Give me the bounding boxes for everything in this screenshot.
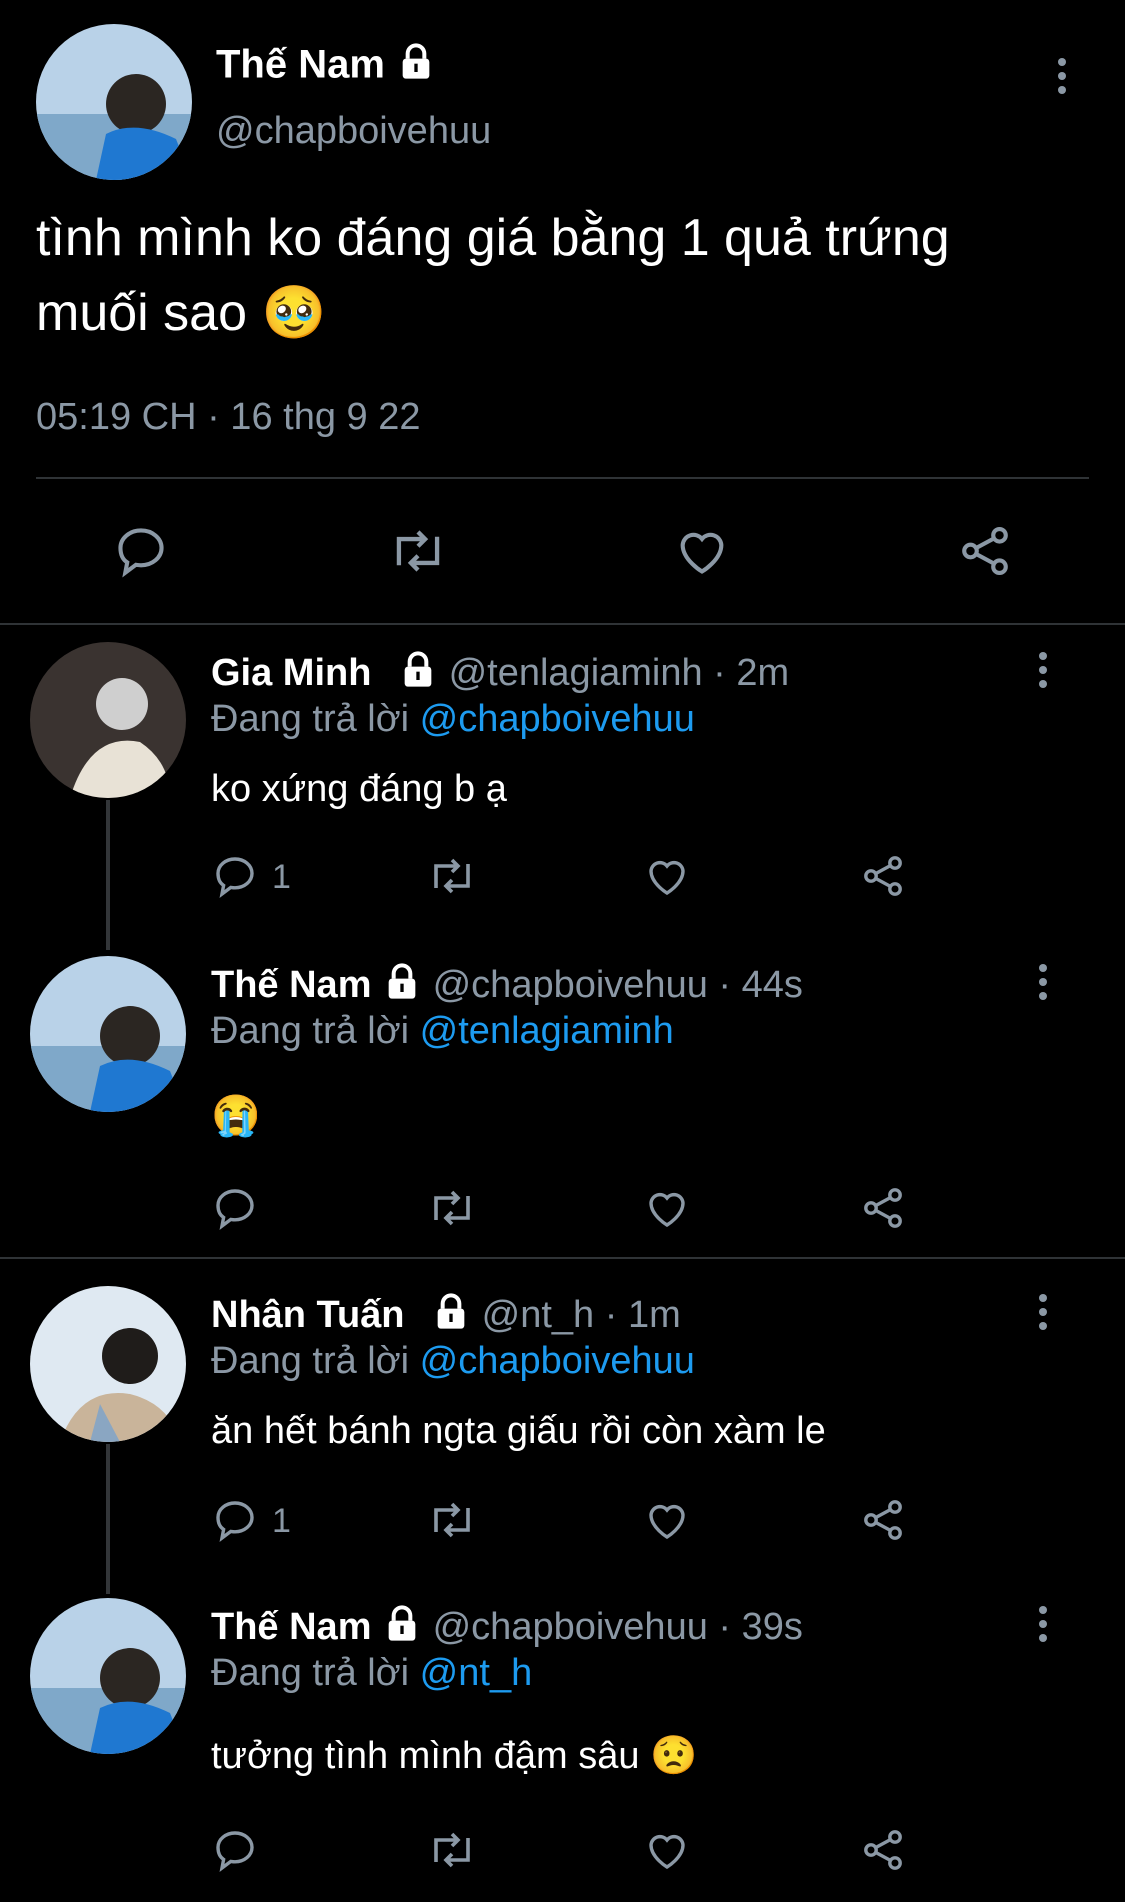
retweet-icon[interactable] bbox=[426, 1826, 478, 1874]
lock-icon bbox=[382, 1604, 422, 1654]
handle-time[interactable]: @tenlagiaminh · 2m bbox=[449, 652, 790, 694]
lock-icon bbox=[398, 650, 438, 700]
replying-label: Đang trả lời bbox=[211, 1340, 410, 1382]
tweet-timestamp[interactable]: 05:19 CH · 16 thg 9 22 bbox=[36, 396, 420, 439]
reply-icon[interactable] bbox=[211, 1184, 259, 1232]
replying-to-link[interactable]: @chapboivehuu bbox=[420, 698, 695, 740]
share-icon[interactable] bbox=[859, 852, 907, 900]
like-icon[interactable] bbox=[643, 1184, 691, 1232]
more-icon[interactable] bbox=[1036, 1606, 1050, 1648]
like-icon[interactable] bbox=[643, 1826, 691, 1874]
author-name[interactable]: Nhân Tuấn bbox=[211, 1294, 405, 1336]
retweet-icon[interactable] bbox=[426, 1184, 478, 1232]
share-icon[interactable] bbox=[859, 1826, 907, 1874]
tweet-text-line-1: tình mình ko đáng giá bằng 1 quả trứng bbox=[36, 209, 950, 267]
lock-icon bbox=[396, 42, 436, 92]
reply-text: ăn hết bánh ngta giấu rồi còn xàm le bbox=[211, 1410, 826, 1452]
avatar[interactable] bbox=[36, 24, 192, 180]
author-name[interactable]: Thế Nam bbox=[216, 43, 385, 87]
author-handle[interactable]: @chapboivehuu bbox=[216, 110, 491, 153]
reply-text: 😭 bbox=[211, 1094, 261, 1138]
handle-time[interactable]: @nt_h · 1m bbox=[482, 1294, 681, 1336]
author-name[interactable]: Gia Minh bbox=[211, 652, 371, 694]
share-icon[interactable] bbox=[956, 522, 1014, 580]
thread-line bbox=[106, 1444, 110, 1594]
retweet-icon[interactable] bbox=[387, 522, 449, 580]
replying-label: Đang trả lời bbox=[211, 1652, 410, 1694]
replying-to-link[interactable]: @chapboivehuu bbox=[420, 1340, 695, 1382]
reply-count: 1 bbox=[272, 858, 291, 896]
retweet-icon[interactable] bbox=[426, 852, 478, 900]
replying-to-link[interactable]: @nt_h bbox=[420, 1652, 533, 1694]
reply-icon[interactable] bbox=[211, 1496, 259, 1544]
replying-label: Đang trả lời bbox=[211, 1010, 410, 1052]
like-icon[interactable] bbox=[673, 522, 731, 580]
avatar[interactable] bbox=[30, 642, 186, 798]
handle-time[interactable]: @chapboivehuu · 44s bbox=[433, 964, 803, 1006]
like-icon[interactable] bbox=[643, 1496, 691, 1544]
share-icon[interactable] bbox=[859, 1184, 907, 1232]
replying-label: Đang trả lời bbox=[211, 698, 410, 740]
lock-icon bbox=[382, 962, 422, 1012]
more-icon[interactable] bbox=[1036, 964, 1050, 1006]
author-name[interactable]: Thế Nam bbox=[211, 1606, 371, 1648]
avatar[interactable] bbox=[30, 956, 186, 1112]
avatar[interactable] bbox=[30, 1286, 186, 1442]
handle-time[interactable]: @chapboivehuu · 39s bbox=[433, 1606, 803, 1648]
divider bbox=[36, 477, 1089, 479]
retweet-icon[interactable] bbox=[426, 1496, 478, 1544]
avatar[interactable] bbox=[30, 1598, 186, 1754]
tweet-text-line-2: muối sao 🥹 bbox=[36, 284, 327, 342]
reply-icon[interactable] bbox=[211, 1826, 259, 1874]
more-icon[interactable] bbox=[1036, 652, 1050, 694]
divider bbox=[0, 623, 1125, 625]
lock-icon bbox=[431, 1292, 471, 1342]
reply-count: 1 bbox=[272, 1502, 291, 1540]
reply-icon[interactable] bbox=[112, 522, 170, 580]
divider bbox=[0, 1257, 1125, 1259]
replying-to-link[interactable]: @tenlagiaminh bbox=[420, 1010, 674, 1052]
more-icon[interactable] bbox=[1055, 58, 1069, 100]
share-icon[interactable] bbox=[859, 1496, 907, 1544]
more-icon[interactable] bbox=[1036, 1294, 1050, 1336]
reply-text: tưởng tình mình đậm sâu 😟 bbox=[211, 1735, 698, 1777]
reply-icon[interactable] bbox=[211, 852, 259, 900]
reply-text: ko xứng đáng b ạ bbox=[211, 768, 507, 810]
thread-line bbox=[106, 800, 110, 950]
like-icon[interactable] bbox=[643, 852, 691, 900]
author-name[interactable]: Thế Nam bbox=[211, 964, 371, 1006]
